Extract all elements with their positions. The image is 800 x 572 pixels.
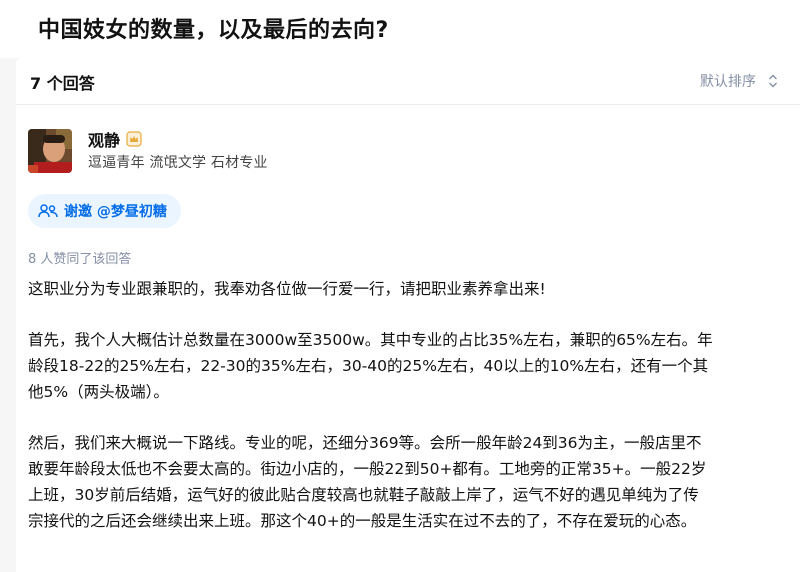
- thanks-invite-button[interactable]: 谢邀 @梦昼初糖: [28, 194, 181, 228]
- author-headline: 逗逼青年 流氓文学 石材专业: [88, 155, 268, 171]
- crown-badge-icon[interactable]: [126, 131, 142, 147]
- author-name[interactable]: 观静: [88, 127, 120, 151]
- avatar-image: [28, 129, 72, 173]
- paragraph-3-line-4: 宗接代的之后还会继续出来上班。那这个40+的一般是生活实在过不去的了，不存在爱玩…: [28, 512, 697, 530]
- invite-people-icon: [38, 204, 58, 218]
- vote-count-text: 8 人赞同了该回答: [28, 252, 132, 267]
- question-header: 中国妓女的数量，以及最后的去向?: [0, 0, 800, 58]
- paragraph-3-line-1: 然后，我们来大概说一下路线。专业的呢，还细分369等。会所一般年龄24到36为主…: [28, 434, 702, 452]
- avatar[interactable]: [28, 129, 72, 173]
- answer-count: 7 个回答: [30, 74, 95, 93]
- paragraph-2-line-3: 他5%（两头极端）。: [28, 383, 169, 401]
- sort-label: 默认排序: [700, 74, 756, 90]
- paragraph-2: 首先，我个人大概估计总数量在3000w至3500w。其中专业的占比35%左右，兼…: [28, 327, 780, 405]
- answer-card: 7 个回答 默认排序 观静 逗逼青年 流氓文学 石材专业 谢邀 @梦昼初糖 8 …: [16, 58, 800, 572]
- answer-content: 这职业分为专业跟兼职的，我奉劝各位做一行爱一行，请把职业素养拿出来! 首先，我个…: [28, 276, 780, 559]
- author-name-row: 观静: [88, 127, 142, 151]
- thanks-label: 谢邀 @梦昼初糖: [64, 204, 167, 220]
- paragraph-2-line-1: 首先，我个人大概估计总数量在3000w至3500w。其中专业的占比35%左右，兼…: [28, 331, 713, 349]
- paragraph-1: 这职业分为专业跟兼职的，我奉劝各位做一行爱一行，请把职业素养拿出来!: [28, 280, 546, 298]
- paragraph-2-line-2: 龄段18-22的25%左右，22-30的35%左右，30-40的25%左右，40…: [28, 357, 709, 375]
- chevron-up-down-icon: [769, 74, 777, 88]
- paragraph-3-line-3: 上班，30岁前后结婚，运气好的彼此贴合度较高也就鞋子敲敲上岸了，运气不好的遇见单…: [28, 486, 699, 504]
- question-title[interactable]: 中国妓女的数量，以及最后的去向?: [38, 12, 389, 44]
- paragraph-3: 然后，我们来大概说一下路线。专业的呢，还细分369等。会所一般年龄24到36为主…: [28, 430, 780, 534]
- sort-dropdown[interactable]: 默认排序: [700, 71, 778, 91]
- paragraph-3-line-2: 敢要年龄段太低也不会要太高的。街边小店的，一般22到50+都有。工地旁的正常35…: [28, 460, 707, 478]
- answers-list-header: 7 个回答 默认排序: [16, 58, 800, 105]
